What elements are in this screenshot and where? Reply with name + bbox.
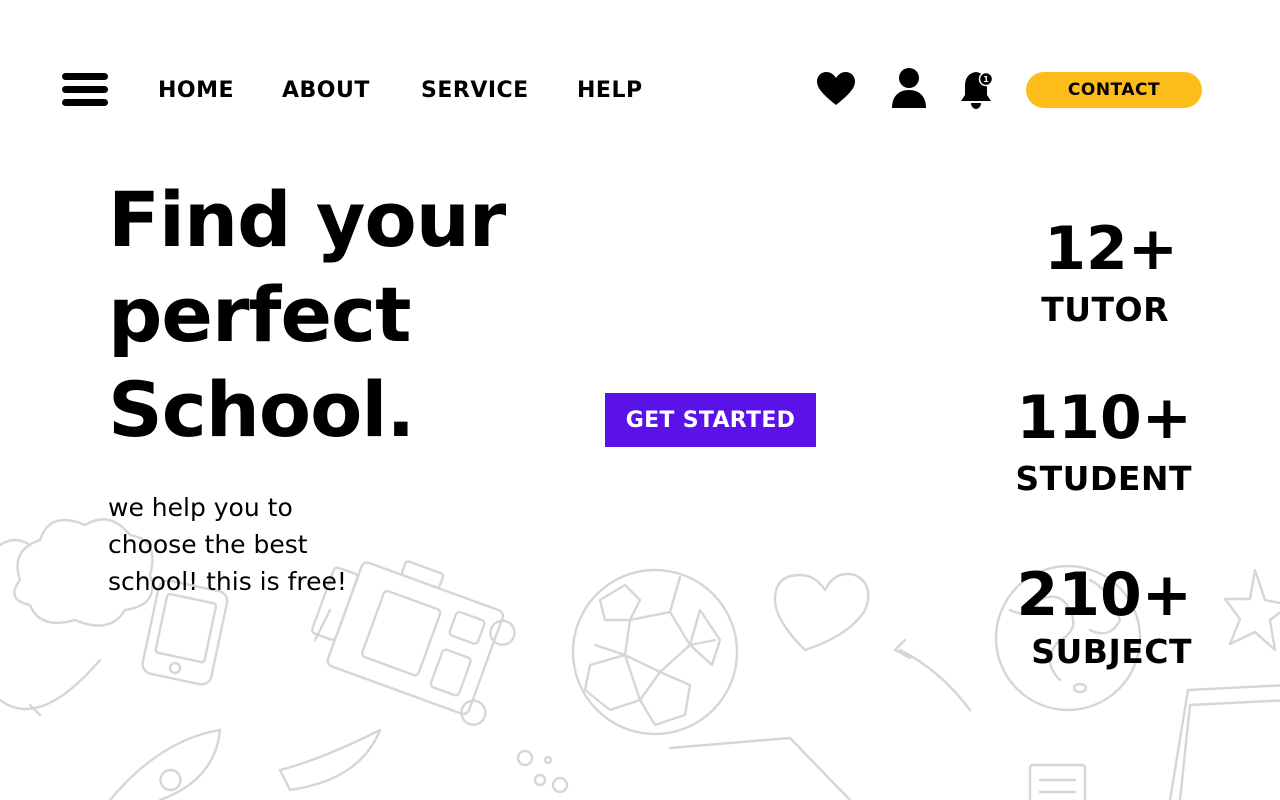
stat-tutor-value: 12+ — [1044, 214, 1178, 284]
contact-button[interactable]: CONTACT — [1026, 72, 1202, 108]
stat-student-label: STUDENT — [1015, 459, 1192, 498]
hero-subtitle: we help you to choose the best school! t… — [108, 493, 347, 596]
stat-subject-value: 210+ — [1016, 560, 1192, 630]
nav-link-service[interactable]: SERVICE — [421, 78, 529, 103]
get-started-button[interactable]: GET STARTED — [605, 393, 816, 447]
nav-link-about[interactable]: ABOUT — [282, 78, 370, 103]
star-doodle — [1223, 568, 1280, 652]
user-icon[interactable] — [892, 68, 926, 112]
nav-link-home[interactable]: HOME — [158, 78, 234, 103]
heart-doodle — [773, 572, 870, 652]
hero-title: Find your perfect School. — [108, 175, 506, 454]
notification-badge-count: 1 — [983, 75, 989, 84]
stat-student-value: 110+ — [1016, 383, 1192, 453]
heart-icon[interactable] — [817, 72, 855, 110]
nav-link-help[interactable]: HELP — [577, 78, 643, 103]
top-navigation: HOME ABOUT SERVICE HELP 1 CONTACT — [0, 0, 1280, 140]
book-doodle — [1028, 763, 1087, 800]
laptop-doodle — [1168, 684, 1280, 800]
bell-icon[interactable]: 1 — [960, 70, 994, 114]
arrow-doodle — [893, 638, 972, 712]
soccer-ball-doodle — [571, 568, 739, 736]
rocket-doodle — [108, 728, 222, 800]
stat-tutor-label: TUTOR — [1041, 290, 1169, 329]
stat-subject-label: SUBJECT — [1031, 632, 1192, 671]
menu-icon[interactable] — [62, 73, 108, 107]
